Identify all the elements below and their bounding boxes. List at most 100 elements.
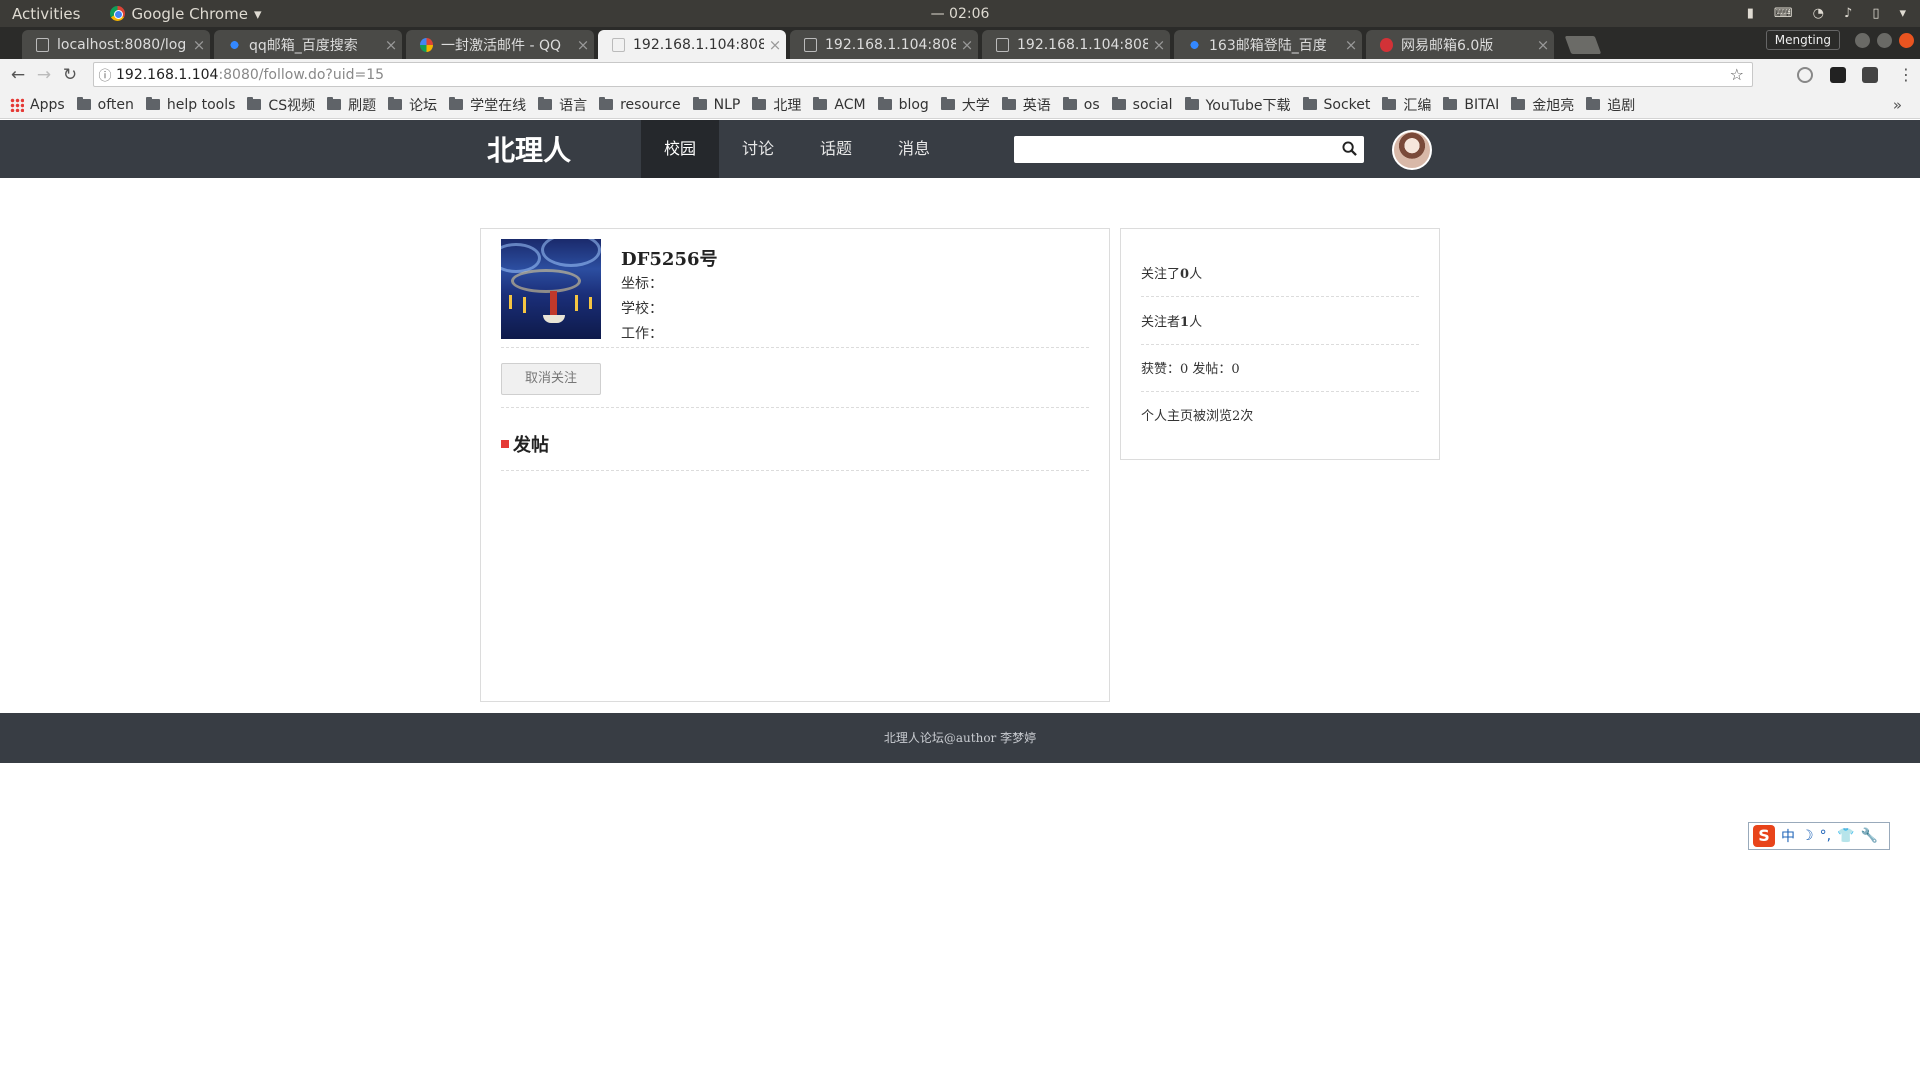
boat: [543, 315, 565, 323]
tab-close-icon[interactable]: ×: [1340, 36, 1362, 54]
keyboard-icon[interactable]: ⌨: [1774, 6, 1793, 21]
address-bar[interactable]: ⓘ 192.168.1.104:8080/follow.do?uid=15 ☆: [93, 62, 1753, 87]
search-icon[interactable]: [1342, 141, 1357, 156]
tab-close-icon[interactable]: ×: [764, 36, 786, 54]
bookmark-label: 汇编: [1403, 97, 1432, 114]
unfollow-button[interactable]: 取消关注: [501, 363, 601, 395]
nav-campus[interactable]: 校园: [641, 120, 719, 178]
browser-tab[interactable]: 网易邮箱6.0版 ×: [1366, 30, 1554, 59]
skin-icon[interactable]: 👕: [1837, 828, 1854, 844]
bookmark-folder[interactable]: often: [76, 97, 134, 113]
info-icon[interactable]: ⓘ: [94, 65, 116, 84]
tools-icon[interactable]: 🔧: [1860, 828, 1877, 844]
bookmark-folder[interactable]: resource: [599, 97, 681, 113]
bookmark-folder[interactable]: BITAI: [1443, 97, 1499, 113]
url-path: :8080/follow.do?uid=15: [218, 66, 385, 83]
bookmark-folder[interactable]: Socket: [1302, 97, 1370, 113]
close-window-icon[interactable]: [1899, 33, 1914, 48]
browser-tab[interactable]: 192.168.1.104:8080 ×: [982, 30, 1170, 59]
bookmark-label: 追剧: [1607, 97, 1636, 114]
bookmark-folder[interactable]: ACM: [813, 97, 866, 113]
extension-dark-icon[interactable]: [1830, 67, 1846, 83]
profile-button[interactable]: Mengting: [1765, 30, 1840, 50]
tab-close-icon[interactable]: ×: [572, 36, 594, 54]
browser-tab[interactable]: 163邮箱登陆_百度 ×: [1174, 30, 1362, 59]
bookmarks-bar: Apps often help tools CS视频 刷题 论坛 学堂在线 语言…: [0, 91, 1920, 119]
extension-shield-icon[interactable]: [1862, 67, 1878, 83]
light-reflection: [509, 295, 512, 309]
bookmark-label: BITAI: [1464, 96, 1500, 113]
bookmark-folder[interactable]: 语言: [538, 95, 587, 115]
divider: [501, 407, 1089, 408]
bookmark-folder[interactable]: NLP: [692, 97, 740, 113]
sogou-logo-icon[interactable]: S: [1753, 825, 1775, 847]
bookmark-folder[interactable]: os: [1062, 97, 1100, 113]
browser-tab-active[interactable]: 192.168.1.104:8080 ×: [598, 30, 786, 59]
bookmark-label: 金旭亮: [1532, 97, 1575, 114]
tab-close-icon[interactable]: ×: [1148, 36, 1170, 54]
bookmark-folder[interactable]: 论坛: [388, 95, 437, 115]
nav-discussion[interactable]: 讨论: [719, 120, 797, 178]
following-stat[interactable]: 关注了0人: [1141, 263, 1419, 282]
tab-close-icon[interactable]: ×: [188, 36, 210, 54]
tab-close-icon[interactable]: ×: [380, 36, 402, 54]
bookmark-folder[interactable]: 大学: [940, 95, 990, 115]
bookmark-folder[interactable]: help tools: [145, 97, 235, 113]
site-logo[interactable]: 北理人: [487, 129, 571, 169]
battery-monitor-icon[interactable]: ▮: [1747, 6, 1754, 21]
bookmark-folder[interactable]: social: [1111, 97, 1173, 113]
maximize-icon[interactable]: [1877, 33, 1892, 48]
tab-close-icon[interactable]: ×: [1532, 36, 1554, 54]
following-count: 0: [1180, 267, 1190, 282]
ime-mode-toggle[interactable]: 中: [1781, 826, 1795, 846]
activities-button[interactable]: Activities: [12, 5, 80, 23]
ime-toolbar[interactable]: S 中 ☽ °, 👕 🔧: [1748, 822, 1890, 850]
nav-messages[interactable]: 消息: [875, 120, 953, 178]
os-top-bar: Activities Google Chrome ▾ — 02:06 ▮ ⌨ ◔…: [0, 0, 1920, 27]
moon-icon[interactable]: ☽: [1801, 828, 1814, 844]
battery-icon[interactable]: ▯: [1872, 6, 1879, 21]
bookmark-star-icon[interactable]: ☆: [1730, 65, 1744, 84]
bookmark-folder[interactable]: 学堂在线: [449, 95, 526, 115]
tab-title: qq邮箱_百度搜索: [249, 37, 358, 54]
folder-icon: [1443, 97, 1458, 110]
browser-tab[interactable]: qq邮箱_百度搜索 ×: [214, 30, 402, 59]
bookmark-folder[interactable]: CS视频: [247, 95, 315, 115]
clock[interactable]: — 02:06: [931, 6, 990, 22]
extension-circle-icon[interactable]: [1797, 67, 1813, 83]
bookmark-label: CS视频: [268, 97, 316, 114]
search-input[interactable]: [1014, 136, 1364, 163]
wifi-icon[interactable]: ◔: [1813, 6, 1824, 21]
bookmark-folder[interactable]: 汇编: [1382, 95, 1431, 115]
back-arrow-icon[interactable]: ←: [5, 65, 31, 85]
bookmark-folder[interactable]: 英语: [1001, 95, 1051, 115]
following-unit: 人: [1189, 267, 1203, 282]
power-menu-icon[interactable]: ▾: [1899, 6, 1906, 21]
browser-tab[interactable]: localhost:8080/log ×: [22, 30, 210, 59]
browser-tab[interactable]: 192.168.1.104:8080 ×: [790, 30, 978, 59]
nav-topics[interactable]: 话题: [797, 120, 875, 178]
system-tray[interactable]: ▮ ⌨ ◔ ♪ ▯ ▾: [1747, 6, 1906, 21]
bookmark-folder[interactable]: 追剧: [1586, 95, 1635, 115]
new-tab-button[interactable]: [1564, 36, 1602, 54]
tab-close-icon[interactable]: ×: [956, 36, 978, 54]
bookmark-apps[interactable]: Apps: [30, 97, 65, 113]
bookmarks-overflow-button[interactable]: »: [1893, 96, 1902, 114]
reload-icon[interactable]: ↻: [57, 65, 83, 85]
bookmark-folder[interactable]: YouTube下载: [1184, 95, 1291, 115]
app-menu[interactable]: Google Chrome ▾: [110, 5, 261, 23]
punctuation-icon[interactable]: °,: [1820, 828, 1831, 844]
browser-tab[interactable]: 一封激活邮件 - QQ ×: [406, 30, 594, 59]
followers-stat[interactable]: 关注者1人: [1141, 311, 1419, 330]
bookmark-folder[interactable]: blog: [877, 97, 929, 113]
bookmark-folder[interactable]: 刷题: [327, 95, 376, 115]
bookmark-folder[interactable]: 北理: [752, 95, 801, 115]
bookmark-label: 北理: [773, 97, 802, 114]
minimize-icon[interactable]: [1855, 33, 1870, 48]
forward-arrow-icon[interactable]: →: [31, 65, 57, 85]
chrome-menu-icon[interactable]: ⋮: [1898, 65, 1914, 84]
volume-icon[interactable]: ♪: [1844, 6, 1852, 21]
bookmark-folder[interactable]: 金旭亮: [1511, 95, 1574, 115]
user-avatar[interactable]: [1392, 130, 1432, 170]
chrome-logo-icon: [110, 6, 126, 21]
